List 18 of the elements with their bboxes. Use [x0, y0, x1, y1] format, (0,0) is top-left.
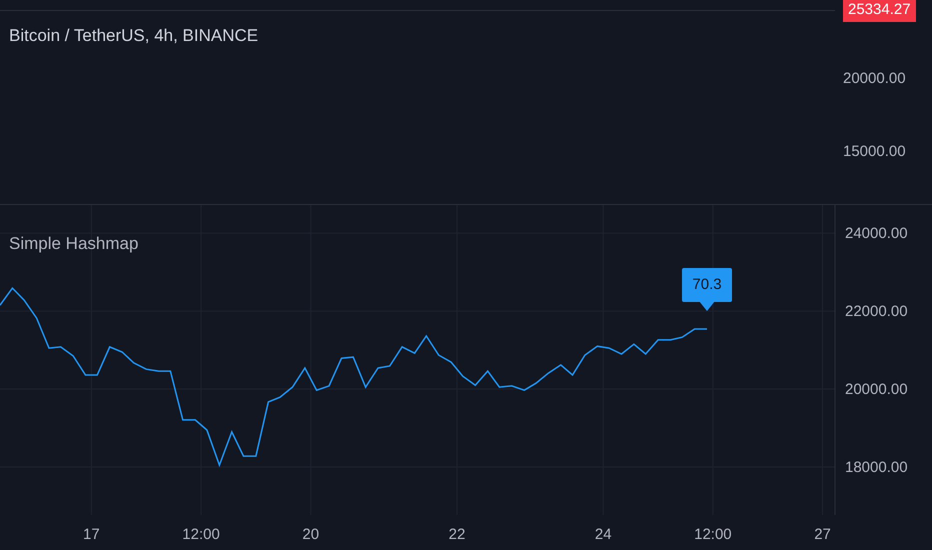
price-axis-label: 24000.00: [845, 225, 908, 242]
time-axis-label: 24: [594, 526, 612, 543]
price-axis-label: 20000.00: [845, 381, 908, 398]
price-axis-label: 22000.00: [845, 303, 908, 320]
time-axis-label: 22: [448, 526, 466, 543]
time-axis-label: 12:00: [182, 526, 220, 543]
callout-pointer-icon: [699, 301, 716, 311]
price-axis-label: 15000.00: [843, 142, 906, 162]
last-price-label: 25334.27: [843, 0, 916, 22]
value-label: 70.3: [682, 268, 732, 302]
indicator-title: Simple Hashmap: [9, 233, 138, 255]
price-axis-label: 20000.00: [843, 69, 906, 89]
time-axis-label: 17: [83, 526, 100, 543]
symbol-title: Bitcoin / TetherUS, 4h, BINANCE: [9, 25, 258, 47]
time-axis-label: 27: [814, 526, 831, 543]
price-axis-label: 18000.00: [845, 459, 908, 476]
time-axis-label: 20: [302, 526, 320, 543]
time-axis-label: 12:00: [694, 526, 732, 543]
